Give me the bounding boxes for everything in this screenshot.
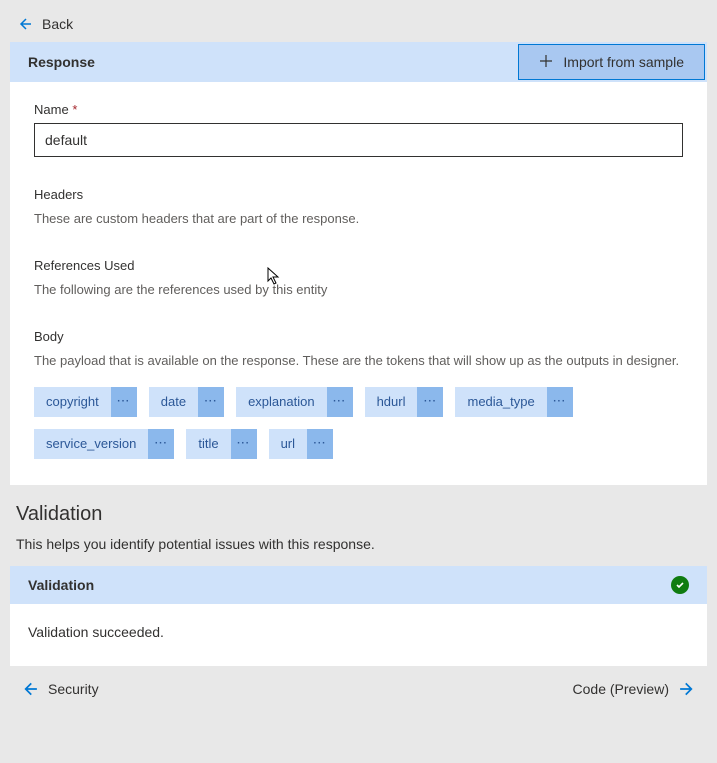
tokens-container: copyright···date···explanation···hdurl··… [34,387,683,459]
ellipsis-icon[interactable]: ··· [148,429,174,459]
next-label: Code (Preview) [573,681,669,697]
token-label: explanation [236,387,327,417]
ellipsis-icon[interactable]: ··· [547,387,573,417]
ellipsis-icon[interactable]: ··· [231,429,257,459]
back-label: Back [42,16,73,32]
ellipsis-icon[interactable]: ··· [417,387,443,417]
ellipsis-icon[interactable]: ··· [111,387,137,417]
arrow-right-icon [679,680,697,698]
body-section: Body The payload that is available on th… [34,329,683,458]
token-title[interactable]: title··· [186,429,256,459]
arrow-left-icon [16,16,32,32]
ellipsis-icon[interactable]: ··· [307,429,333,459]
name-input[interactable] [34,123,683,157]
footer-nav: Security Code (Preview) [10,666,707,704]
validation-panel-title: Validation [28,577,94,593]
response-panel: Response Import from sample Name * Heade… [10,42,707,485]
body-desc: The payload that is available on the res… [34,352,683,370]
token-label: title [186,429,230,459]
required-mark: * [72,102,77,117]
next-link-code-preview[interactable]: Code (Preview) [573,680,697,698]
token-hdurl[interactable]: hdurl··· [365,387,444,417]
token-label: media_type [455,387,546,417]
validation-message: Validation succeeded. [10,604,707,666]
import-label: Import from sample [563,54,684,70]
validation-panel: Validation Validation succeeded. [10,566,707,666]
import-from-sample-button[interactable]: Import from sample [518,44,705,80]
validation-panel-header[interactable]: Validation [10,566,707,604]
ellipsis-icon[interactable]: ··· [327,387,353,417]
token-url[interactable]: url··· [269,429,333,459]
prev-label: Security [48,681,99,697]
token-explanation[interactable]: explanation··· [236,387,353,417]
check-circle-icon [671,576,689,594]
back-link[interactable]: Back [10,10,707,42]
panel-title: Response [28,54,95,70]
headers-desc: These are custom headers that are part o… [34,210,683,228]
headers-title: Headers [34,187,683,202]
response-panel-body: Name * Headers These are custom headers … [10,82,707,485]
references-title: References Used [34,258,683,273]
headers-section: Headers These are custom headers that ar… [34,187,683,228]
token-label: hdurl [365,387,418,417]
validation-sub: This helps you identify potential issues… [10,536,707,552]
ellipsis-icon[interactable]: ··· [198,387,224,417]
validation-heading: Validation [10,503,707,526]
token-label: date [149,387,198,417]
token-date[interactable]: date··· [149,387,224,417]
references-desc: The following are the references used by… [34,281,683,299]
token-media_type[interactable]: media_type··· [455,387,572,417]
body-title: Body [34,329,683,344]
references-section: References Used The following are the re… [34,258,683,299]
prev-link-security[interactable]: Security [20,680,99,698]
token-copyright[interactable]: copyright··· [34,387,137,417]
token-label: copyright [34,387,111,417]
plus-icon [539,54,553,71]
name-label: Name * [34,102,683,117]
token-label: service_version [34,429,148,459]
response-panel-header: Response Import from sample [10,42,707,82]
token-service_version[interactable]: service_version··· [34,429,174,459]
token-label: url [269,429,307,459]
arrow-left-icon [20,680,38,698]
